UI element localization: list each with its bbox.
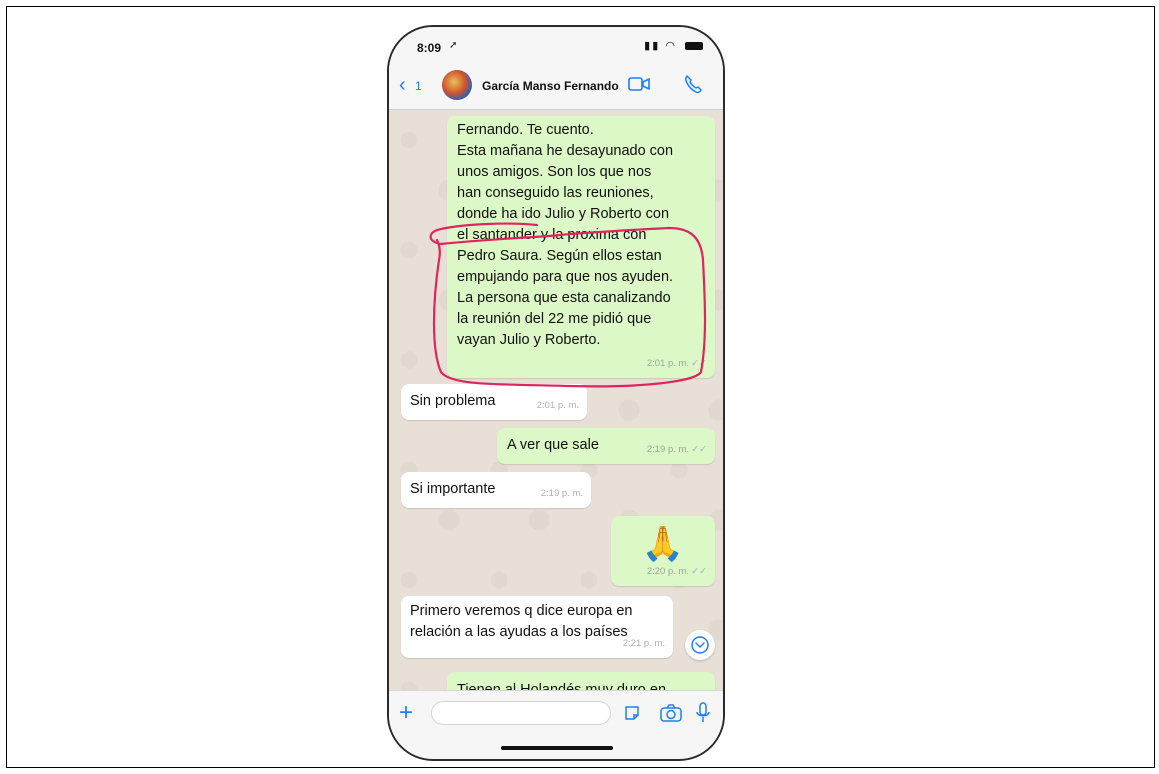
message-time: 2:21 p. m.	[622, 638, 665, 649]
signal-icon: ▮▮	[644, 40, 661, 52]
wifi-icon: ◠	[665, 40, 677, 52]
message-bubble-outgoing[interactable]: 🙏 2:20 p. m. ✓✓	[611, 516, 715, 586]
status-icons: ▮▮ ◠	[644, 39, 703, 52]
chevron-left-icon[interactable]: ‹	[399, 74, 406, 97]
contact-name[interactable]: García Manso Fernando	[482, 79, 619, 93]
message-time: 2:01 p. m.	[536, 400, 579, 411]
read-receipt-icon: ✓✓	[691, 566, 707, 577]
home-indicator	[501, 746, 613, 750]
scroll-down-button[interactable]	[685, 630, 715, 660]
read-receipt-icon: ✓✓	[691, 444, 707, 455]
location-icon: ➚	[449, 40, 458, 51]
message-bubble-incoming[interactable]: Primero veremos q dice europa en relació…	[401, 596, 673, 658]
battery-icon	[685, 42, 703, 51]
phone-frame: 8:09 ➚ ▮▮ ◠ ‹ 1 García Manso Fernando Fe…	[387, 25, 725, 761]
message-text: Fernando. Te cuento. Esta mañana he desa…	[457, 122, 674, 348]
status-bar: 8:09 ➚ ▮▮ ◠	[389, 27, 723, 63]
message-text: Tienen al Holandés muy duro en	[457, 682, 667, 690]
plus-icon[interactable]: +	[399, 699, 413, 727]
message-bubble-incoming[interactable]: Si importante 2:19 p. m.	[401, 472, 591, 508]
composer-bar: +	[389, 690, 723, 759]
unread-count[interactable]: 1	[415, 79, 422, 93]
message-bubble-incoming[interactable]: Sin problema 2:01 p. m.	[401, 384, 587, 420]
camera-icon[interactable]	[660, 704, 682, 722]
message-time: 2:19 p. m.	[540, 488, 583, 499]
chat-area[interactable]: Fernando. Te cuento. Esta mañana he desa…	[389, 110, 723, 690]
chevron-down-circle-icon	[691, 636, 709, 654]
status-time: 8:09	[417, 41, 442, 55]
avatar[interactable]	[442, 70, 472, 100]
chat-header: ‹ 1 García Manso Fernando	[389, 63, 723, 110]
message-bubble-outgoing[interactable]: A ver que sale 2:19 p. m. ✓✓	[497, 428, 715, 464]
microphone-icon[interactable]	[696, 702, 710, 724]
read-receipt-icon: ✓✓	[691, 358, 707, 369]
message-bubble-outgoing[interactable]: Tienen al Holandés muy duro en	[447, 672, 715, 690]
message-time: 2:01 p. m. ✓✓	[646, 358, 707, 369]
message-input[interactable]	[431, 701, 611, 725]
message-time: 2:20 p. m. ✓✓	[646, 566, 707, 577]
message-bubble-outgoing[interactable]: Fernando. Te cuento. Esta mañana he desa…	[447, 116, 715, 378]
phone-icon[interactable]	[683, 74, 703, 94]
sticker-icon[interactable]	[623, 704, 641, 722]
video-camera-icon[interactable]	[628, 76, 650, 92]
message-time: 2:19 p. m. ✓✓	[646, 444, 707, 455]
